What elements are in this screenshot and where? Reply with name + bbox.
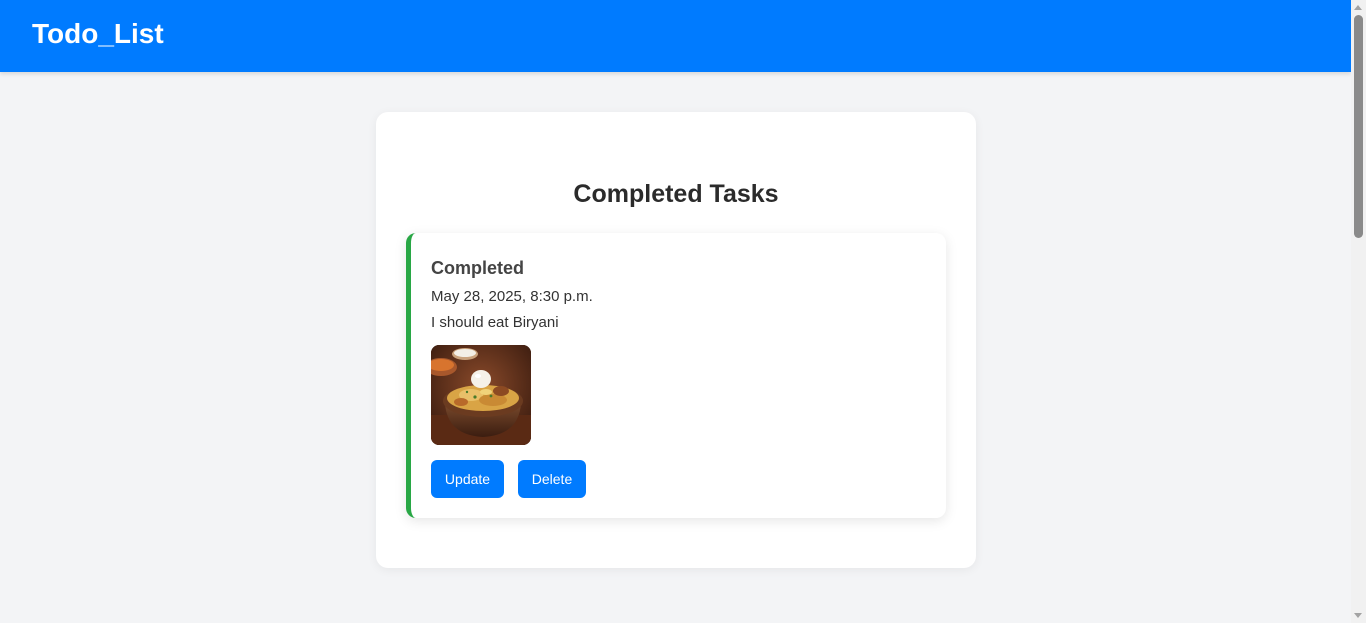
- vertical-scrollbar[interactable]: [1351, 0, 1366, 623]
- page-title: Completed Tasks: [573, 180, 779, 208]
- update-button[interactable]: Update: [431, 460, 504, 498]
- scroll-up-icon[interactable]: [1354, 5, 1362, 10]
- task-date: May 28, 2025, 8:30 p.m.: [431, 288, 593, 305]
- navbar: Todo_List: [0, 0, 1351, 72]
- delete-button[interactable]: Delete: [518, 460, 586, 498]
- task-status: Completed: [431, 258, 525, 278]
- tasks-container: Completed Tasks Completed May 28, 2025, …: [376, 112, 976, 568]
- task-image: [431, 345, 531, 445]
- biryani-photo: [431, 345, 531, 445]
- brand-link[interactable]: Todo_List: [32, 17, 164, 51]
- scroll-thumb[interactable]: [1354, 15, 1363, 238]
- task-description: I should eat Biryani: [431, 314, 559, 331]
- task-card: Completed May 28, 2025, 8:30 p.m. I shou…: [406, 233, 946, 518]
- scroll-down-icon[interactable]: [1354, 613, 1362, 618]
